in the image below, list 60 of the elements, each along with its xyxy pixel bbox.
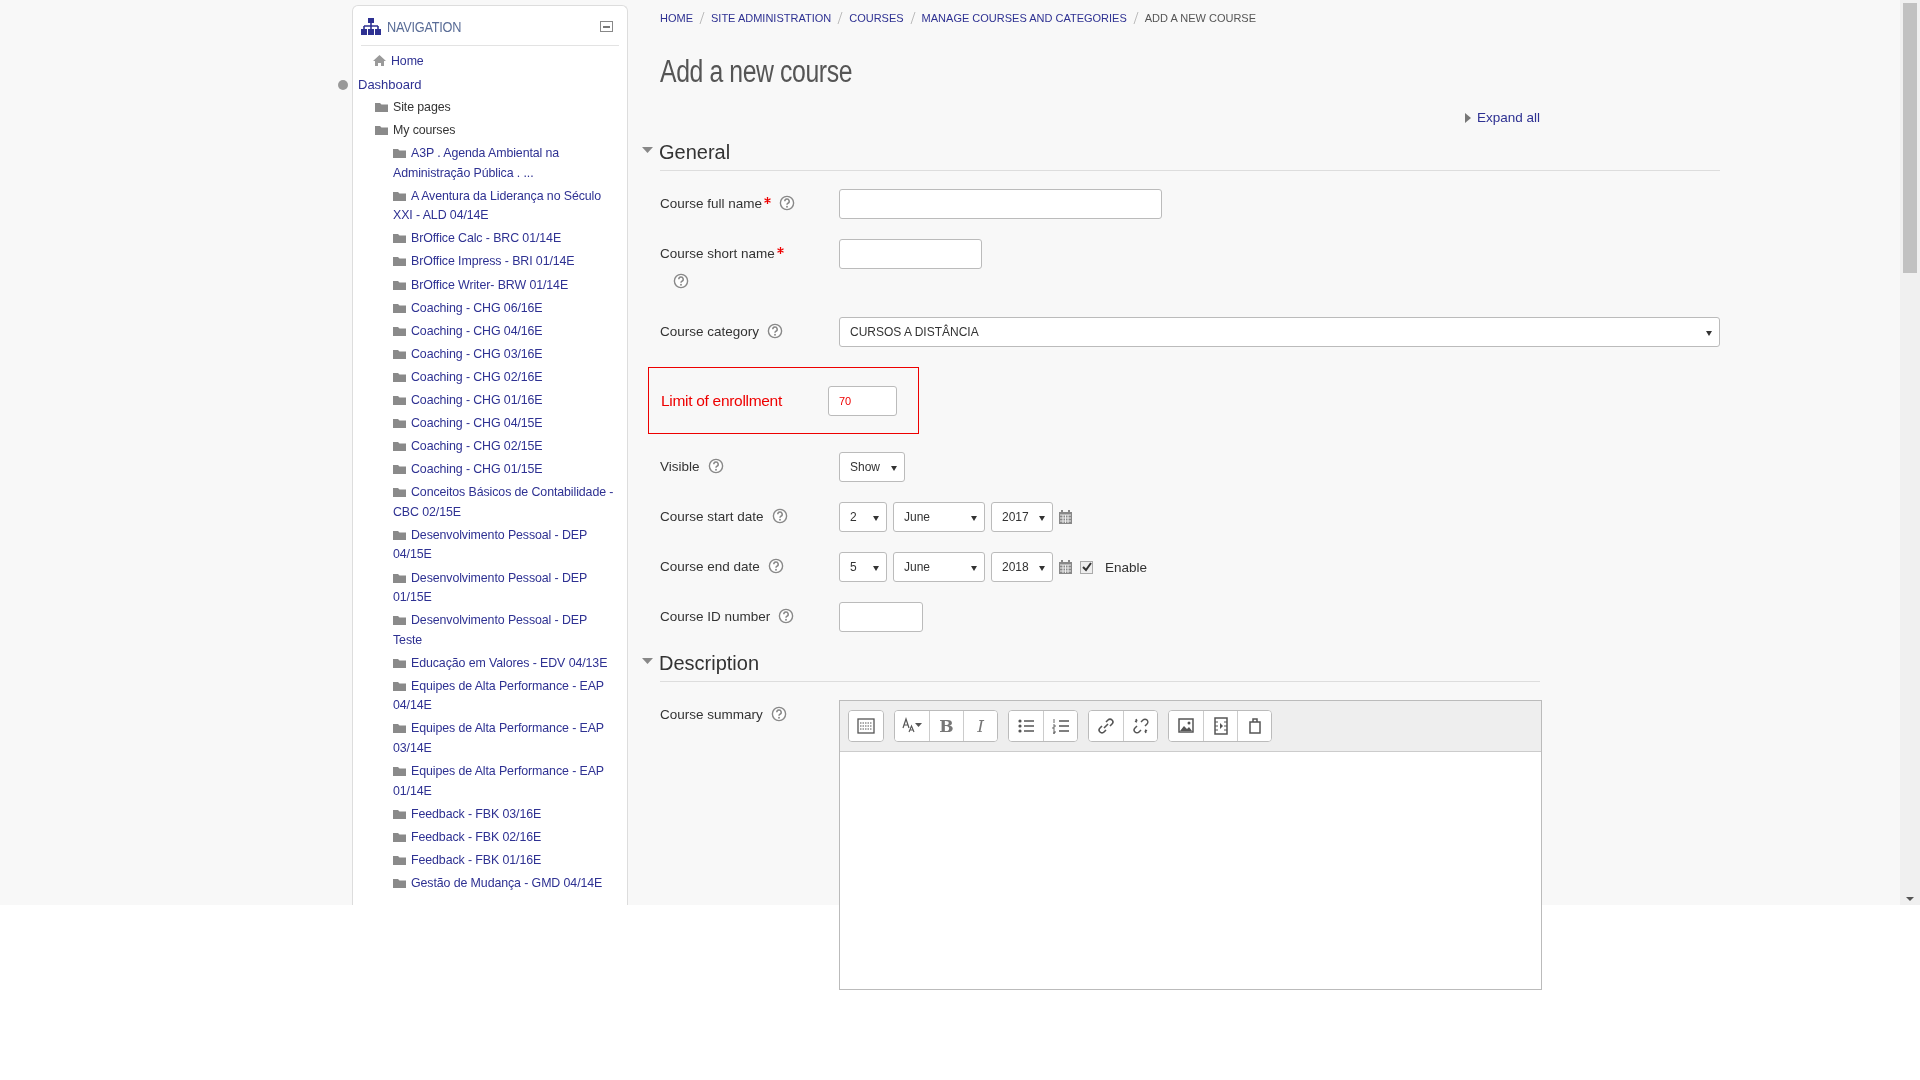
nav-link[interactable]: Coaching - CHG 02/16E xyxy=(393,366,619,390)
nav-link[interactable]: My courses xyxy=(375,119,601,143)
text-editor[interactable]: B I xyxy=(839,700,1542,990)
nav-link[interactable]: Coaching - CHG 01/15E xyxy=(393,458,619,482)
nav-link[interactable]: Desenvolvimento Pessoal - DEP 04/15E xyxy=(393,524,619,567)
field-label: Course start date xyxy=(660,509,764,524)
field-label: Course short name xyxy=(660,246,775,261)
year-dropdown[interactable]: 2018 xyxy=(991,552,1053,582)
nav-link[interactable]: Coaching - CHG 06/16E xyxy=(393,296,619,320)
nav-link[interactable]: A3P . Agenda Ambiental na Administração Pública . ... xyxy=(393,142,619,185)
dropdown[interactable]: Show xyxy=(839,452,905,482)
nav-link[interactable]: Equipes de Alta Performance - EAP 04/14E xyxy=(393,675,619,718)
nav-link[interactable]: Home xyxy=(373,50,599,74)
breadcrumb-link[interactable]: COURSES xyxy=(849,12,904,24)
breadcrumb-current: ADD A NEW COURSE xyxy=(1144,12,1257,24)
nav-link[interactable]: Gestão de Mudança - GMD 04/14E xyxy=(393,872,619,896)
year-dropdown[interactable]: 2017 xyxy=(991,502,1053,532)
nav-link[interactable]: Site pages xyxy=(375,96,601,120)
page-title: Add a new course xyxy=(660,54,854,90)
breadcrumb-link[interactable]: SITE ADMINISTRATION xyxy=(711,12,832,24)
checkbox-label: Enable xyxy=(1105,559,1148,575)
field-label: Course end date xyxy=(660,559,760,574)
nav-link[interactable]: BrOffice Calc - BRC 01/14E xyxy=(393,227,619,251)
nav-link[interactable]: Desenvolvimento Pessoal - DEP 01/15E xyxy=(393,566,619,610)
nav-link[interactable]: Equipes de Alta Performance - EAP 01/14E xyxy=(393,760,619,803)
section-heading[interactable]: General xyxy=(659,141,731,164)
breadcrumb-link[interactable]: MANAGE COURSES AND CATEGORIES xyxy=(921,12,1127,24)
nav-link[interactable]: BrOffice Impress - BRI 01/14E xyxy=(393,250,619,274)
panel-title: NAVIGATION xyxy=(387,18,462,35)
nav-link[interactable]: Coaching - CHG 04/16E xyxy=(393,319,619,344)
input-field[interactable]: 70 xyxy=(828,385,897,416)
nav-link[interactable]: Coaching - CHG 02/15E xyxy=(393,435,619,459)
field-label: Visible xyxy=(660,459,700,474)
nav-link[interactable]: Desenvolvimento Pessoal - DEP Teste xyxy=(393,609,619,652)
nav-link[interactable]: Coaching - CHG 01/16E xyxy=(393,389,619,413)
nav-link[interactable]: Feedback - FBK 01/16E xyxy=(393,849,619,873)
italic-button[interactable]: I xyxy=(963,711,997,741)
day-dropdown[interactable]: 2 xyxy=(839,502,887,532)
day-dropdown[interactable]: 5 xyxy=(839,552,887,582)
nav-link[interactable]: Coaching - CHG 04/15E xyxy=(393,412,619,436)
field-label: Course ID number xyxy=(660,609,771,624)
month-dropdown[interactable]: June xyxy=(893,502,985,532)
nav-link[interactable]: Coaching - CHG 03/16E xyxy=(393,343,619,367)
nav-link[interactable]: Conceitos Básicos de Contabilidade - CBC 02/15E xyxy=(393,481,619,525)
nav-link[interactable]: A Aventura da Liderança no Século XXI - ALD 04/14E xyxy=(393,184,619,228)
dropdown[interactable]: CURSOS A DISTÂNCIA xyxy=(839,317,1720,347)
field-label: Course summary xyxy=(660,707,763,722)
nav-link[interactable]: Educação em Valores - EDV 04/13E xyxy=(393,651,619,676)
nav-link[interactable]: Equipes de Alta Performance - EAP 03/14E xyxy=(393,717,619,761)
section-heading[interactable]: Description xyxy=(659,652,760,675)
nav-link[interactable]: Feedback - FBK 02/16E xyxy=(393,825,619,850)
field-label: Course full name xyxy=(660,196,763,211)
field-label: Limit of enrollment xyxy=(661,390,783,411)
nav-link[interactable]: BrOffice Writer- BRW 01/14E xyxy=(393,273,619,297)
expand-all-link[interactable]: Expand all xyxy=(1476,110,1540,125)
month-dropdown[interactable]: June xyxy=(893,552,985,582)
field-label: Course category xyxy=(660,324,760,339)
nav-link[interactable]: Dashboard xyxy=(358,73,422,97)
breadcrumb-link[interactable]: HOME xyxy=(660,12,693,24)
nav-link[interactable]: Feedback - FBK 03/16E xyxy=(393,802,619,826)
